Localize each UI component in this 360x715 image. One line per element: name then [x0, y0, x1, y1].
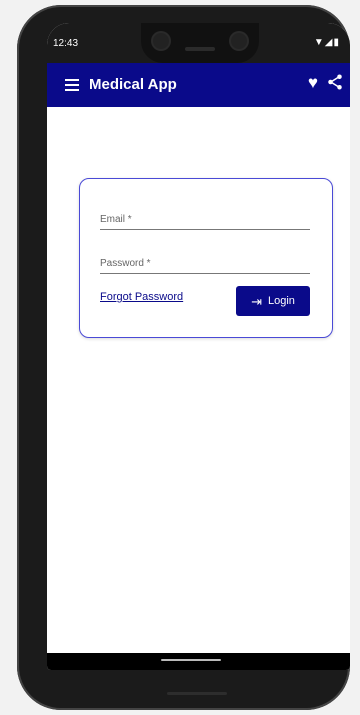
heart-icon[interactable]: ♥: [308, 73, 318, 93]
password-label: Password *: [100, 258, 151, 269]
camera-notch: [141, 23, 259, 63]
device-screen: 12:43 ▼◢▮ Medical App ♥ Email * Password…: [47, 23, 350, 670]
navigation-bar: [47, 653, 350, 670]
app-bar: Medical App ♥: [47, 63, 350, 107]
login-card: Email * Password * Forgot Password ⇥ Log…: [79, 178, 333, 338]
bottom-speaker: [167, 692, 227, 695]
forgot-password-link[interactable]: Forgot Password: [100, 291, 183, 303]
front-camera-icon: [153, 33, 169, 49]
share-icon[interactable]: [326, 73, 344, 91]
status-time: 12:43: [53, 38, 79, 49]
home-gesture-bar[interactable]: [161, 659, 221, 661]
hamburger-menu-icon[interactable]: [65, 76, 79, 92]
earpiece-speaker: [185, 47, 215, 51]
email-label: Email *: [100, 214, 132, 225]
login-button-label: Login: [267, 295, 295, 307]
status-indicators: ▼◢▮: [313, 37, 340, 48]
login-arrow-icon: ⇥: [251, 293, 262, 309]
app-title: Medical App: [89, 76, 177, 93]
email-field[interactable]: Email *: [100, 214, 310, 230]
front-sensor-icon: [231, 33, 247, 49]
password-field[interactable]: Password *: [100, 258, 310, 274]
status-bar: 12:43 ▼◢▮: [47, 23, 350, 63]
login-button[interactable]: ⇥ Login: [236, 286, 310, 316]
phone-frame: 12:43 ▼◢▮ Medical App ♥ Email * Password…: [17, 5, 350, 710]
